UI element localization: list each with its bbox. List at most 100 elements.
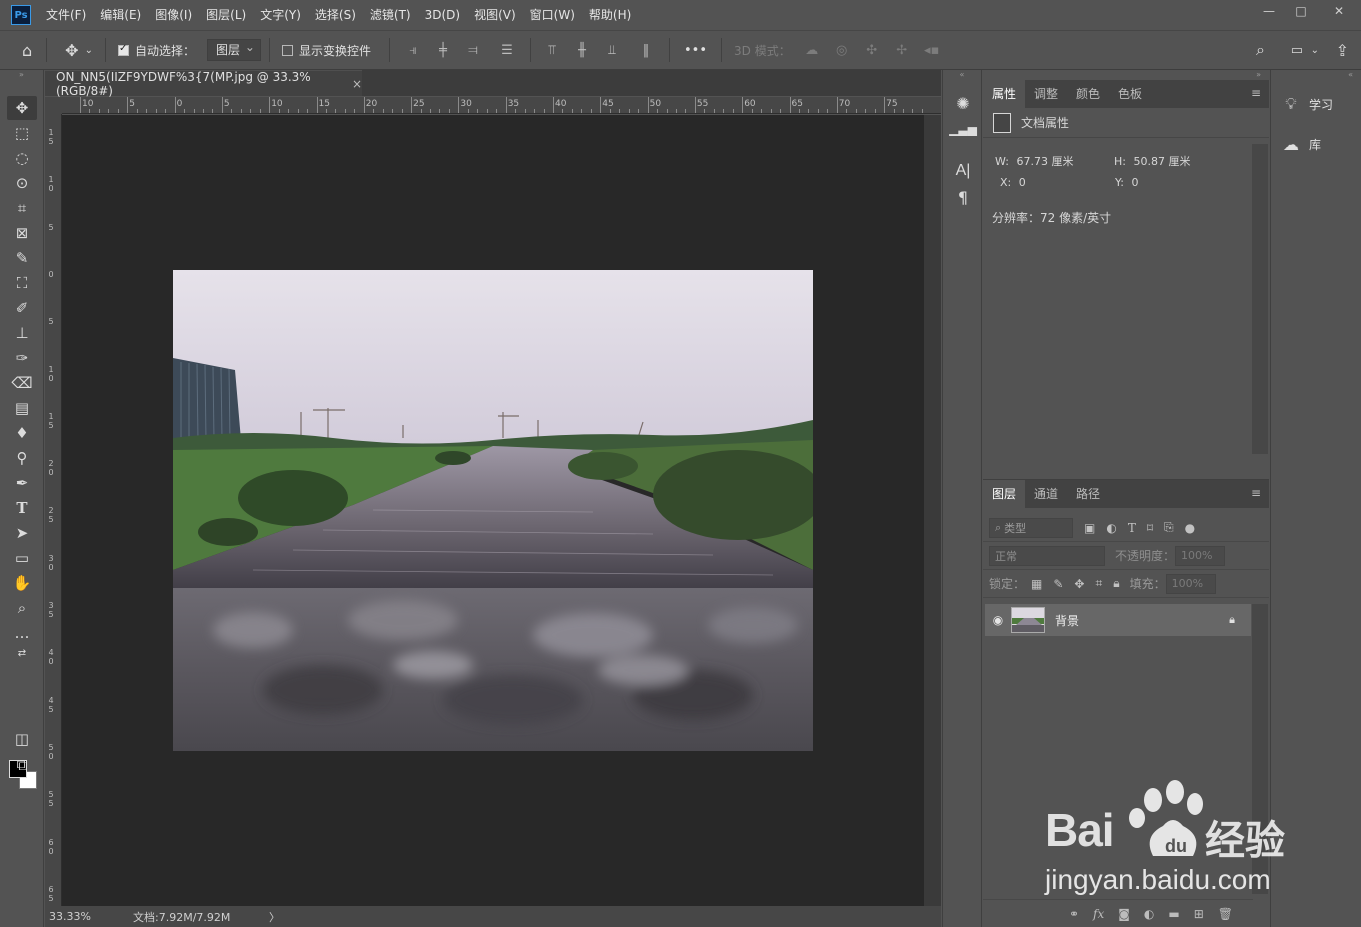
link-layers-icon[interactable]: ⚭ [1069,907,1079,921]
tab-color[interactable]: 颜色 [1067,80,1109,108]
status-menu-arrow[interactable]: 〉 [269,909,280,925]
tab-paths[interactable]: 路径 [1067,480,1109,508]
move-tool-icon[interactable]: ✥ [65,41,78,60]
lock-position-icon[interactable]: ✥ [1074,577,1084,591]
layer-lock-icon[interactable]: 🔒︎ [1229,613,1235,627]
rectangle-shape-icon[interactable]: ▭ [7,546,37,570]
zoom-icon[interactable]: ⌕ [7,596,37,620]
screen-mode-icon[interactable]: ⧉ [7,753,37,777]
lock-artboard-icon[interactable]: ⌗ [1095,576,1102,591]
healing-brush-icon[interactable]: ⛶ [7,271,37,295]
photoshop-logo-icon[interactable]: Ps [11,5,31,25]
adjustment-layer-icon[interactable]: ◐ [1144,907,1154,921]
layer-row[interactable]: ◉ 背景 🔒︎ [985,604,1251,636]
crop-icon[interactable]: ⌗ [7,196,37,220]
panel-collapse-icon[interactable]: » [0,70,43,80]
lasso-icon[interactable]: ◌ [7,146,37,170]
quick-selection-icon[interactable]: ⊙ [7,171,37,195]
brush-icon[interactable]: ✐ [7,296,37,320]
filter-adjustment-icon[interactable]: ◐ [1106,521,1116,535]
learn-button[interactable]: 💡︎ 学习 [1271,84,1361,124]
menu-help[interactable]: 帮助(H) [582,0,638,30]
dodge-icon[interactable]: ⚲ [7,446,37,470]
auto-select-target-dropdown[interactable]: 图层 [206,37,261,61]
align-bottom-icon[interactable]: ⫫ [605,43,619,58]
maximize-button[interactable]: □ [1285,0,1317,22]
move-tool-icon[interactable]: ✥ [7,96,37,120]
history-brush-icon[interactable]: ✑ [7,346,37,370]
search-icon[interactable]: ⌕ [1256,40,1265,60]
histogram-icon[interactable]: ▁▃▅ [948,116,978,142]
menu-image[interactable]: 图像(I) [148,0,199,30]
delete-layer-icon[interactable]: 🗑︎ [1218,907,1233,921]
lock-pixels-icon[interactable]: ✎ [1053,577,1063,591]
vertical-ruler[interactable]: 1 5 1 0 5 0 5 1 0 1 5 2 0 2 5 3 0 3 5 4 0 4 5 5 0 5 5 6… [45,114,62,906]
height-field[interactable]: H: 50.87 厘米 [1114,153,1190,169]
lock-all-icon[interactable]: 🔒︎ [1113,576,1119,591]
more-options-button[interactable]: ••• [684,43,707,58]
layer-filter-dropdown[interactable]: ⌕ 类型 [989,517,1073,538]
panel-menu-icon[interactable]: ≡ [1251,486,1261,500]
panel-collapse-icon[interactable]: « [943,70,981,80]
add-mask-icon[interactable]: ◙ [1118,907,1130,921]
fill-input[interactable]: 100% [1165,573,1216,594]
workspace-icon[interactable]: ▭ [1291,43,1303,58]
document-image[interactable] [173,270,813,751]
align-vertical-center-icon[interactable]: ╫ [575,43,589,58]
distribute-horizontal-icon[interactable]: ‖ [639,43,653,58]
eraser-icon[interactable]: ⌫ [7,371,37,395]
align-top-icon[interactable]: ⫪ [545,43,559,58]
3d-roll-icon[interactable]: ◎ [835,43,849,58]
menu-window[interactable]: 窗口(W) [523,0,582,30]
tab-channels[interactable]: 通道 [1025,480,1067,508]
3d-slide-icon[interactable]: ✢ [895,43,909,58]
blur-icon[interactable]: ♦ [7,421,37,445]
gradient-icon[interactable]: ▤ [7,396,37,420]
blend-mode-dropdown[interactable]: 正常 [989,545,1105,566]
menu-type[interactable]: 文字(Y) [253,0,308,30]
new-layer-icon[interactable]: ⊞ [1194,907,1204,921]
tab-layers[interactable]: 图层 [983,480,1026,508]
tab-swatches[interactable]: 色板 [1109,80,1151,108]
align-right-icon[interactable]: ⫤ [466,43,480,58]
tab-adjustments[interactable]: 调整 [1025,80,1067,108]
menu-filter[interactable]: 滤镜(T) [363,0,418,30]
paragraph-icon[interactable]: ¶ [948,184,978,210]
menu-layer[interactable]: 图层(L) [199,0,253,30]
panel-menu-icon[interactable]: ≡ [1251,86,1261,100]
zoom-level[interactable]: 33.33% [49,910,133,923]
panel-collapse-icon[interactable]: « [1271,70,1361,80]
align-horizontal-center-icon[interactable]: ╪ [436,43,450,58]
fx-icon[interactable]: fx [1093,907,1104,921]
eye-icon[interactable]: ◉ [985,613,1011,627]
frame-icon[interactable]: ⊠ [7,221,37,245]
3d-pan-icon[interactable]: ✣ [865,43,879,58]
menu-select[interactable]: 选择(S) [308,0,363,30]
show-transform-checkbox[interactable] [281,44,293,56]
menu-edit[interactable]: 编辑(E) [93,0,148,30]
x-field[interactable]: X: 0 [1000,176,1026,189]
new-group-icon[interactable]: ▬ [1168,907,1179,921]
more-tools-icon[interactable]: … [7,621,37,645]
properties-scrollbar[interactable] [1252,144,1268,454]
3d-scale-icon[interactable]: ◂▪ [924,43,939,58]
swap-colors-icon[interactable]: ⇄ [7,646,37,660]
filter-type-icon[interactable]: T [1128,521,1136,535]
canvas-scrollbar[interactable] [924,115,941,906]
filter-toggle-icon[interactable]: ● [1185,521,1195,535]
y-field[interactable]: Y: 0 [1115,176,1138,189]
layers-scrollbar[interactable] [1252,604,1268,894]
filter-smart-object-icon[interactable]: ⎘ [1164,520,1174,535]
filter-shape-icon[interactable]: ⌑ [1147,521,1153,535]
chevron-down-icon[interactable]: ⌄ [85,45,93,56]
library-button[interactable]: ☁ 库 [1271,124,1361,164]
character-icon[interactable]: A| [948,158,978,184]
minimize-button[interactable]: — [1253,0,1285,22]
home-icon[interactable]: ⌂ [22,41,32,60]
opacity-input[interactable]: 100% [1175,545,1226,566]
quick-mask-icon[interactable]: ◫ [7,727,37,751]
share-icon[interactable]: ⇪ [1336,41,1349,60]
menu-file[interactable]: 文件(F) [39,0,93,30]
align-left-icon[interactable]: ⫣ [406,43,420,58]
filter-pixel-icon[interactable]: ▣ [1084,521,1095,535]
